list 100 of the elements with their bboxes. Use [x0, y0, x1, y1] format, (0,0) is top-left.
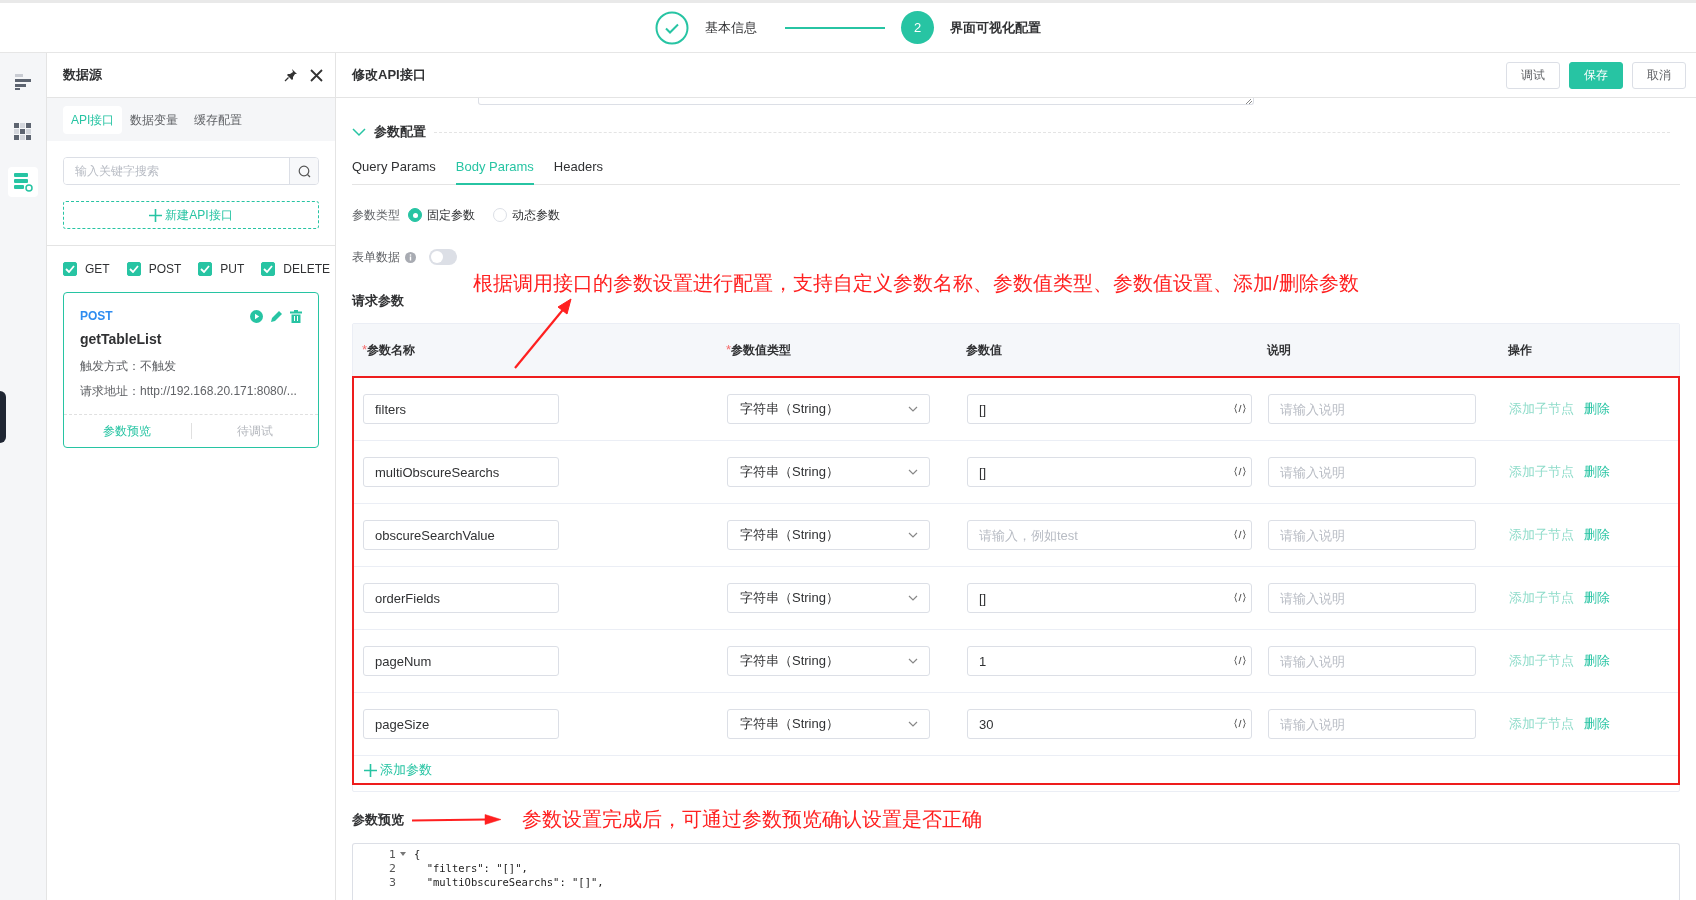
checkbox[interactable]: [126, 262, 141, 276]
column-header: 参数值: [966, 342, 1002, 357]
description-field[interactable]: 请输入说明: [1268, 646, 1476, 676]
chevron-down-icon: [908, 595, 918, 601]
checkbox[interactable]: [63, 262, 77, 276]
search-button[interactable]: [289, 158, 318, 184]
code-line: "multiObscureSearchs": "[]",: [425, 876, 604, 888]
params-tab[interactable]: Query Params: [352, 152, 436, 185]
param-value-field[interactable]: []: [967, 394, 1252, 424]
code-icon[interactable]: [1234, 592, 1246, 603]
checkbox[interactable]: [261, 262, 276, 276]
column-header: 操作: [1508, 342, 1532, 357]
column-header: 参数名称: [367, 342, 416, 357]
collapse-handle[interactable]: [0, 391, 6, 443]
code-icon[interactable]: [1234, 529, 1246, 540]
textarea-field[interactable]: [478, 98, 1254, 105]
description-field[interactable]: 请输入说明: [1268, 583, 1476, 613]
api-name: getTableList: [80, 331, 163, 347]
check-icon: [65, 265, 75, 273]
description-field[interactable]: 请输入说明: [1268, 457, 1476, 487]
type-select[interactable]: 字符串（String）: [727, 709, 930, 739]
param-value-field[interactable]: 请输入，例如test: [967, 520, 1252, 550]
param-name-field[interactable]: obscureSearchValue: [363, 520, 559, 550]
chevron-down-icon: [908, 469, 918, 475]
checkbox-label: DELETE: [283, 262, 331, 276]
type-select[interactable]: 字符串（String）: [727, 457, 930, 487]
checkbox[interactable]: [198, 262, 213, 276]
grid-icon: [14, 123, 32, 141]
type-select[interactable]: 字符串（String）: [727, 646, 930, 676]
code-icon[interactable]: [1234, 403, 1246, 414]
chevron-down-icon: [908, 658, 918, 664]
fold-caret-icon[interactable]: [400, 852, 406, 856]
type-select[interactable]: 字符串（String）: [727, 583, 930, 613]
panel-tab[interactable]: 数据变量: [122, 105, 187, 134]
type-select[interactable]: 字符串（String）: [727, 520, 930, 550]
check-icon: [200, 265, 211, 273]
close-icon[interactable]: [310, 68, 323, 82]
annotation-arrow: [512, 298, 574, 370]
toolbar-button[interactable]: 取消: [1632, 61, 1686, 89]
description-field[interactable]: 请输入说明: [1268, 394, 1476, 424]
code-line: {: [414, 848, 421, 860]
line-number: 3: [388, 875, 396, 889]
checkbox-label: GET: [85, 262, 110, 276]
params-tab[interactable]: Headers: [553, 152, 603, 185]
code-icon[interactable]: [1234, 655, 1246, 666]
step-label: 基本信息: [705, 18, 757, 37]
chevron-down-icon: [908, 406, 918, 412]
section-heading: 参数预览: [352, 810, 404, 829]
code-line: "filters": "[]",: [425, 862, 528, 874]
param-value-field[interactable]: []: [967, 583, 1252, 613]
toolbar-button[interactable]: 调试: [1506, 61, 1560, 89]
code-icon[interactable]: [1234, 466, 1246, 477]
code-editor[interactable]: 1 { 2 "filters": "[]", 3 "multiObscureSearchs": "[]",: [352, 843, 1680, 900]
resize-handle-icon: [1245, 99, 1252, 104]
description-field[interactable]: 请输入说明: [1268, 520, 1476, 550]
param-name-field[interactable]: pageSize: [363, 709, 559, 739]
radio-label: 固定参数: [427, 206, 475, 224]
column-header: 说明: [1267, 342, 1291, 357]
method-label: POST: [80, 309, 114, 323]
param-name-field[interactable]: filters: [363, 394, 559, 424]
trigger-text: 触发方式：不触发: [80, 358, 177, 375]
param-name-field[interactable]: pageNum: [363, 646, 559, 676]
param-name-field[interactable]: orderFields: [363, 583, 559, 613]
search-icon: [297, 164, 311, 178]
check-icon: [128, 265, 139, 273]
annotation-text: 根据调用接口的参数设置进行配置，支持自定义参数名称、参数值类型、参数值设置、添加/删除参数: [473, 271, 1359, 296]
section-heading: 请求参数: [352, 292, 404, 310]
line-number: 2: [388, 861, 396, 875]
search-field[interactable]: 输入关键字搜索: [63, 157, 319, 185]
param-name-field[interactable]: multiObscureSearchs: [363, 457, 559, 487]
type-select[interactable]: 字符串（String）: [727, 394, 930, 424]
annotation-text: 参数设置完成后，可通过参数预览确认设置是否正确: [522, 807, 982, 832]
step-label: 界面可视化配置: [950, 18, 1041, 37]
chevron-down-icon: [908, 532, 918, 538]
database-icon: [12, 172, 34, 192]
panel-tab[interactable]: 缓存配置: [186, 105, 251, 134]
code-icon[interactable]: [1234, 718, 1246, 729]
plus-icon: [364, 764, 377, 777]
chevron-down-icon: [908, 721, 918, 727]
param-value-field[interactable]: 1: [967, 646, 1252, 676]
panel-title: 数据源: [63, 66, 103, 84]
line-number: 1: [388, 847, 396, 861]
info-icon: [405, 251, 416, 263]
step-number: 2: [901, 11, 934, 44]
required-mark: *: [726, 341, 732, 357]
plus-icon: [149, 208, 163, 222]
param-value-field[interactable]: 30: [967, 709, 1252, 739]
param-value-field[interactable]: []: [967, 457, 1252, 487]
page-title: 修改API接口: [352, 66, 427, 84]
field-label: 表单数据: [352, 248, 400, 266]
url-text: 请求地址：http://192.168.20.171:8080/...: [80, 383, 298, 400]
section-title: 参数配置: [374, 123, 426, 141]
radio-button[interactable]: [408, 208, 422, 222]
outline-icon: [14, 74, 32, 90]
field-label: 参数类型: [352, 206, 400, 224]
toggle-switch[interactable]: [429, 249, 457, 265]
pin-icon[interactable]: [284, 68, 298, 82]
checkbox-label: PUT: [220, 262, 245, 276]
checkbox-label: POST: [148, 262, 182, 276]
description-field[interactable]: 请输入说明: [1268, 709, 1476, 739]
